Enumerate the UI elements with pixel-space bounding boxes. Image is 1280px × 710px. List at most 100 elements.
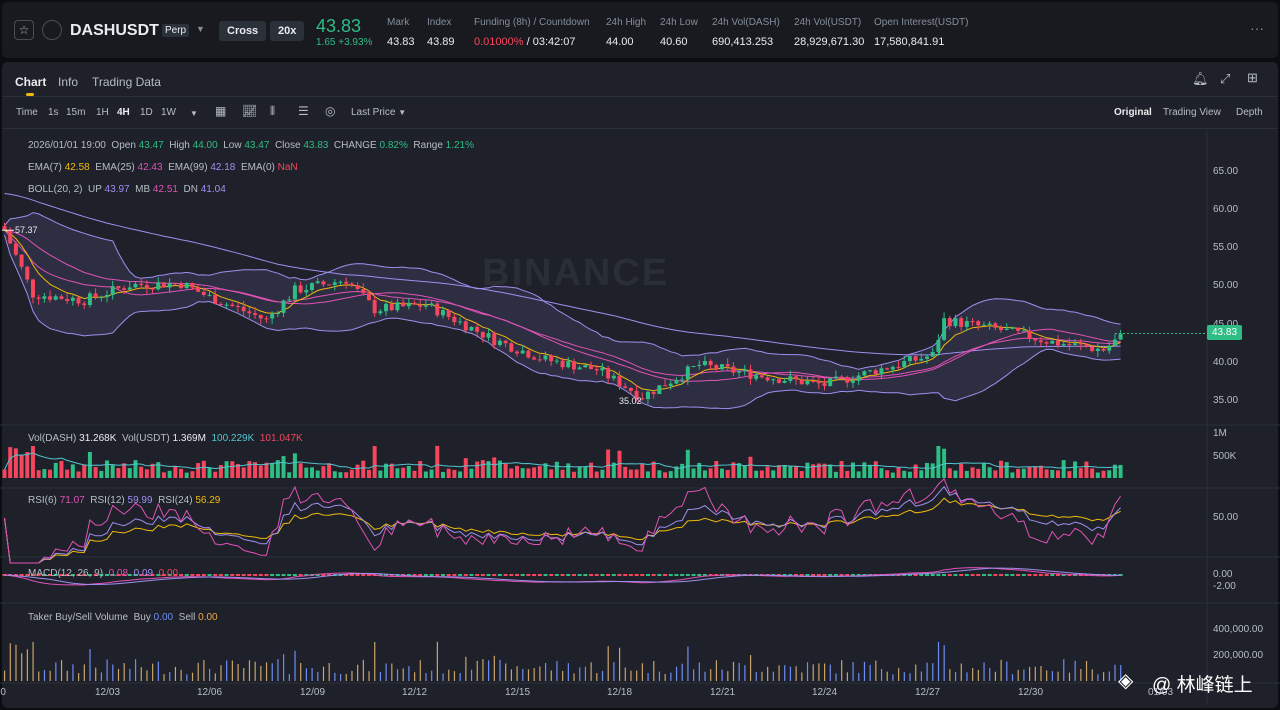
candle-body — [1090, 347, 1095, 352]
candle-body — [862, 371, 867, 376]
taker-volume-bar — [932, 663, 934, 681]
taker-volume-bar — [562, 670, 564, 681]
rsi6-value: 71.07 — [59, 495, 85, 506]
taker-volume-bar — [972, 667, 974, 681]
candle-body — [332, 282, 337, 285]
macd-histogram-bar — [1044, 574, 1049, 576]
candle-body — [890, 366, 895, 370]
volume-bar — [48, 469, 53, 478]
taker-volume-bar — [755, 672, 757, 681]
taker-volume-bar — [357, 664, 359, 681]
candle-body — [19, 254, 24, 267]
time-axis-label: 12/24 — [812, 687, 838, 698]
macd-histogram-bar — [925, 574, 929, 576]
macd-histogram-bar — [201, 574, 206, 576]
volume-bar — [218, 465, 223, 478]
macd-histogram-bar — [526, 574, 531, 576]
max-price-label: 57.37 — [15, 225, 38, 235]
volume-bar — [720, 468, 724, 478]
candle-body — [36, 297, 41, 299]
candle-body — [406, 302, 411, 307]
candle-body — [497, 340, 502, 345]
macd-histogram-bar — [947, 574, 952, 576]
macd-histogram-bar — [463, 574, 468, 576]
volume-bar — [1073, 461, 1078, 478]
taker-volume-bar — [493, 655, 495, 681]
label: BOLL(20, 2) — [28, 184, 83, 195]
volume-bar — [930, 463, 935, 478]
macd-histogram-bar — [270, 574, 275, 576]
candle-body — [668, 383, 673, 387]
volume-bar — [839, 461, 844, 478]
volume-bar — [885, 470, 890, 478]
volume-bar — [1050, 469, 1055, 478]
volume-bar — [805, 462, 810, 478]
volume-bar — [446, 468, 451, 478]
candle-body — [1010, 327, 1015, 329]
taker-volume-bar — [100, 672, 103, 681]
candle-body — [1095, 348, 1100, 352]
taker-volume-bar — [1080, 669, 1082, 681]
taker-volume-bar — [556, 661, 558, 681]
label: RSI(24) — [158, 495, 193, 506]
volume-bar — [116, 468, 121, 478]
candle-body — [144, 285, 149, 289]
volume-bar — [873, 461, 878, 478]
volume-bar — [1084, 461, 1089, 478]
macd-histogram-bar — [554, 574, 559, 576]
macd-histogram-bar — [549, 574, 554, 576]
volume-bar — [53, 462, 58, 478]
taker-volume-bar — [675, 666, 678, 681]
macd-histogram-bar — [566, 574, 571, 576]
taker-axis-label: 400,000.00 — [1213, 624, 1264, 635]
volume-bar — [196, 463, 201, 478]
price-axis-label: 60.00 — [1213, 204, 1239, 216]
volume-bar — [993, 470, 998, 478]
candle-body — [48, 296, 53, 300]
taker-volume-bar — [1074, 660, 1076, 681]
candlestick-chart[interactable]: 57.37 35.02 — [0, 0, 1280, 710]
price-axis-label: 40.00 — [1213, 356, 1239, 368]
min-price-label: 35.02 — [619, 396, 642, 406]
volume-bar — [338, 472, 343, 478]
taker-volume-bar — [152, 663, 154, 681]
candle-body — [378, 311, 383, 314]
volume-bar — [776, 465, 781, 478]
macd-histogram-bar — [452, 574, 457, 576]
close-value: 43.83 — [303, 140, 329, 151]
taker-volume-bar — [465, 656, 467, 681]
taker-volume-bar — [852, 662, 854, 681]
volume-bar — [1061, 460, 1066, 478]
macd-histogram-bar — [953, 574, 958, 576]
taker-volume-bar — [294, 650, 296, 681]
candle-body — [1061, 344, 1066, 346]
macd-histogram-bar — [634, 574, 639, 576]
label: DN — [183, 184, 198, 195]
macd-histogram-bar — [970, 574, 975, 576]
label: EMA(0) — [240, 162, 275, 173]
macd-hist: 0.00 — [158, 568, 179, 579]
macd-histogram-bar — [987, 574, 992, 576]
candle-body — [446, 310, 451, 317]
candle-body — [651, 391, 656, 394]
candle-body — [361, 289, 366, 294]
taker-volume-bar — [322, 666, 325, 681]
volume-bar — [833, 471, 838, 478]
macd-histogram-bar — [645, 574, 650, 576]
taker-volume-bar — [180, 669, 182, 681]
macd-histogram-bar — [1027, 574, 1032, 576]
candle-body — [486, 333, 491, 338]
candle-body — [850, 380, 855, 383]
candle-body — [127, 287, 132, 290]
candle-body — [429, 303, 434, 306]
label: EMA(25) — [95, 162, 135, 173]
taker-volume-bar — [231, 660, 233, 681]
candle-body — [327, 284, 332, 286]
rsi12-value: 59.99 — [127, 495, 153, 506]
volume-bar — [122, 463, 127, 478]
candle-body — [355, 285, 360, 290]
candle-body — [663, 385, 668, 387]
candle-body — [423, 305, 428, 307]
vol-axis-label: 1M — [1213, 428, 1227, 439]
candle-body — [110, 286, 115, 296]
